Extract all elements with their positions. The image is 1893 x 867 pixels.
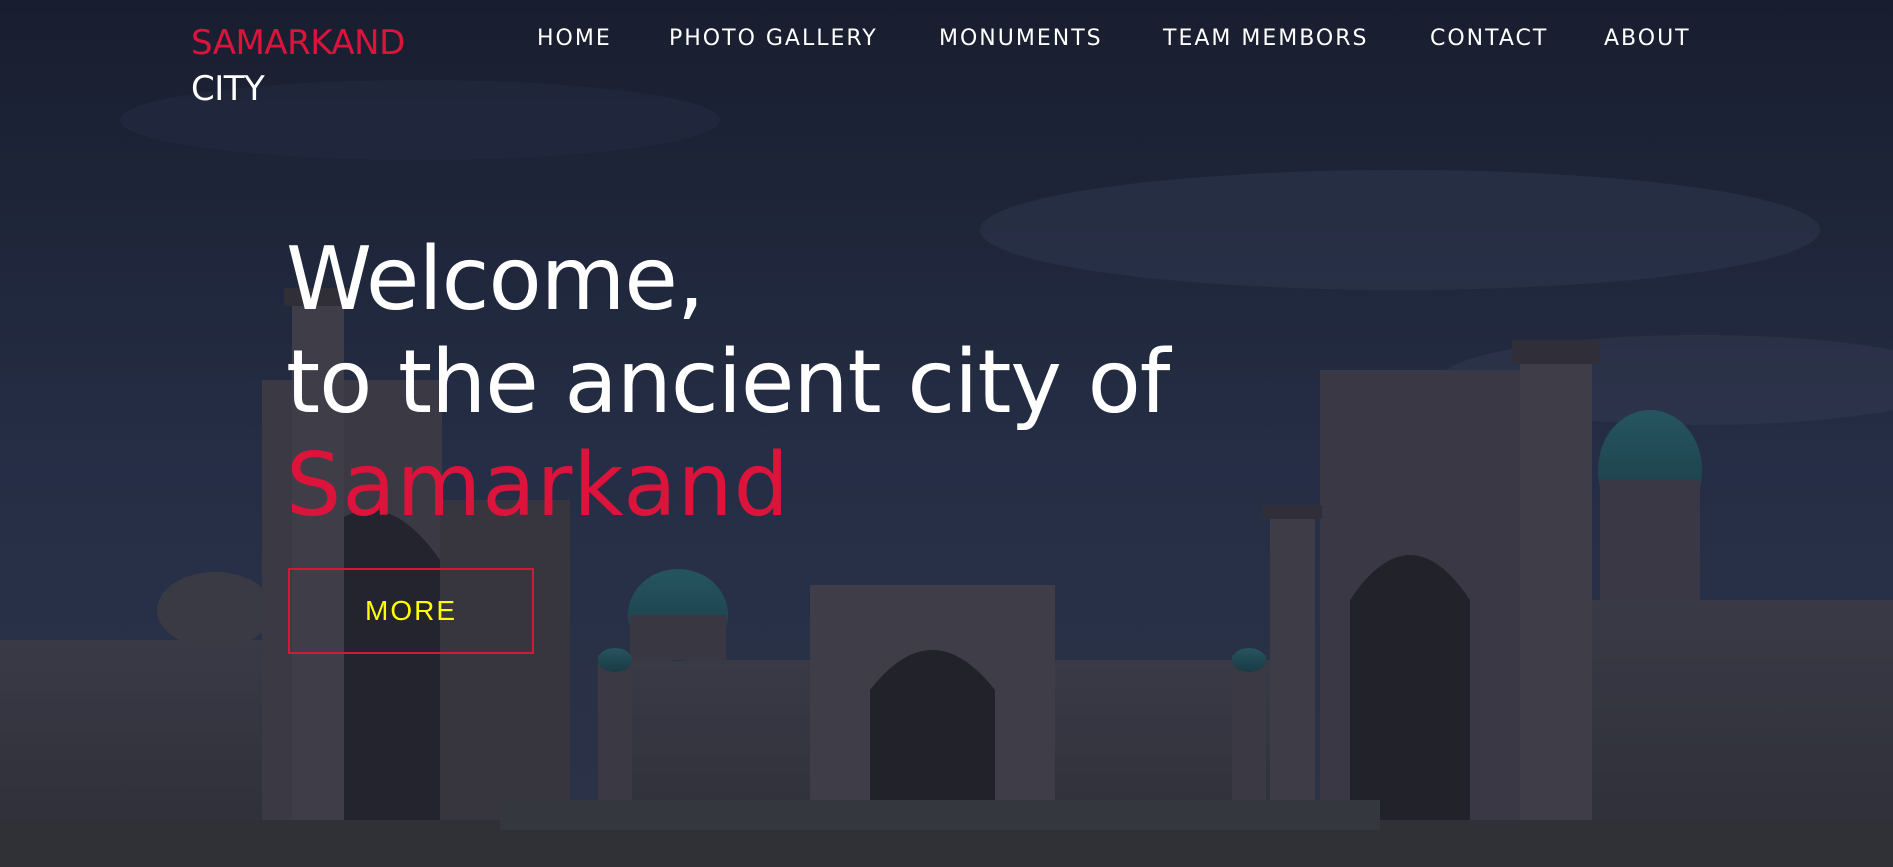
hero-headline: Welcome, to the ancient city of Samarkan… xyxy=(286,228,1170,537)
logo-line-2: CITY xyxy=(191,69,265,109)
nav-item-contact[interactable]: CONTACT xyxy=(1430,24,1548,54)
nav-item-home[interactable]: HOME xyxy=(537,24,612,54)
nav-item-monuments[interactable]: MONUMENTS xyxy=(939,24,1103,54)
nav-item-about[interactable]: ABOUT xyxy=(1604,24,1691,54)
nav-item-photo-gallery[interactable]: PHOTO GALLERY xyxy=(669,24,878,54)
headline-line-2: to the ancient city of xyxy=(286,331,1170,433)
headline-city-name: Samarkand xyxy=(286,434,790,536)
headline-line-1: Welcome, xyxy=(286,228,705,330)
main-nav: HOME PHOTO GALLERY MONUMENTS TEAM MEMBOR… xyxy=(0,24,1893,54)
hero-section: SAMARKAND CITY HOME PHOTO GALLERY MONUME… xyxy=(0,0,1893,867)
more-button[interactable]: MORE xyxy=(288,568,534,654)
nav-item-team-members[interactable]: TEAM MEMBORS xyxy=(1163,24,1369,54)
